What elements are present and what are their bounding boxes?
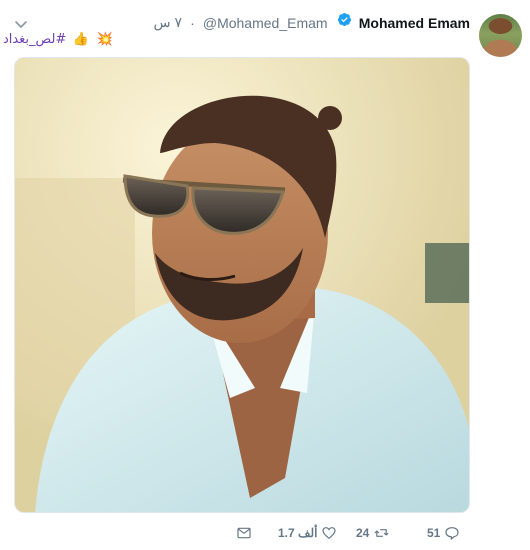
like-count: 1.7 ألف	[278, 526, 318, 540]
separator-dot: ·	[190, 14, 195, 31]
thumbs-up-emoji: 👍	[72, 32, 89, 47]
reply-button[interactable]: 51	[427, 522, 460, 544]
envelope-icon	[236, 525, 252, 541]
verified-badge-icon	[333, 12, 354, 32]
retweet-icon	[373, 525, 390, 541]
reply-icon	[444, 525, 460, 541]
tweet-actions: 51 24 1.7 ألف	[0, 522, 530, 544]
tweet-card[interactable]: Mohamed Emam @Mohamed_Emam · ٧ س 💥 👍 #لص…	[0, 0, 530, 550]
photo-illustration	[15, 58, 469, 512]
retweet-button[interactable]: 24	[356, 522, 390, 544]
reply-count: 51	[427, 526, 441, 540]
avatar[interactable]	[479, 14, 522, 57]
author-handle[interactable]: @Mohamed_Emam	[203, 15, 328, 31]
chevron-down-icon[interactable]	[14, 15, 28, 28]
collision-emoji: 💥	[96, 32, 113, 47]
like-button[interactable]: 1.7 ألف	[278, 522, 337, 544]
tweet-photo[interactable]	[14, 57, 470, 513]
tweet-header: Mohamed Emam @Mohamed_Emam · ٧ س	[0, 12, 470, 32]
heart-icon	[321, 525, 337, 541]
hashtag-link[interactable]: #لص_بغداد	[3, 32, 66, 47]
retweet-count: 24	[356, 526, 370, 540]
direct-message-button[interactable]	[236, 522, 252, 544]
tweet-text: 💥 👍 #لص_بغداد	[0, 32, 115, 50]
author-name[interactable]: Mohamed Emam	[359, 15, 470, 31]
tweet-timestamp[interactable]: ٧ س	[153, 14, 182, 31]
